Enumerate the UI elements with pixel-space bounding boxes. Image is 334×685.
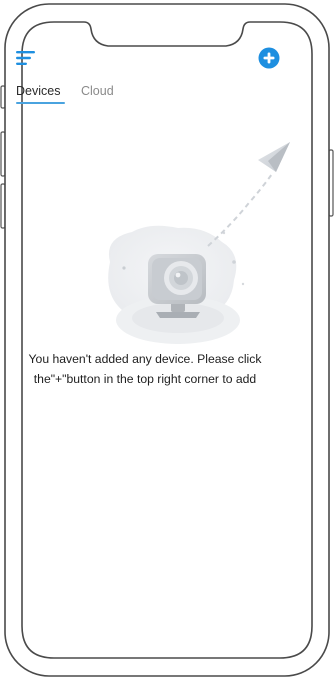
tab-active-indicator [16, 102, 65, 104]
empty-state-message-line-1: You haven't added any device. Please cli… [28, 352, 262, 366]
tab-cloud[interactable]: Cloud [81, 83, 114, 99]
hamburger-menu-icon [16, 51, 36, 70]
add-device-button[interactable] [258, 47, 280, 69]
tab-devices[interactable]: Devices [16, 83, 60, 99]
menu-button[interactable] [16, 50, 36, 66]
plus-circle-icon [258, 47, 280, 73]
empty-state-message: You haven't added any device. Please cli… [8, 349, 282, 389]
camera-with-paper-plane-icon [60, 112, 290, 352]
empty-state-message-line-2: the"+"button in the top right corner to … [33, 372, 257, 386]
